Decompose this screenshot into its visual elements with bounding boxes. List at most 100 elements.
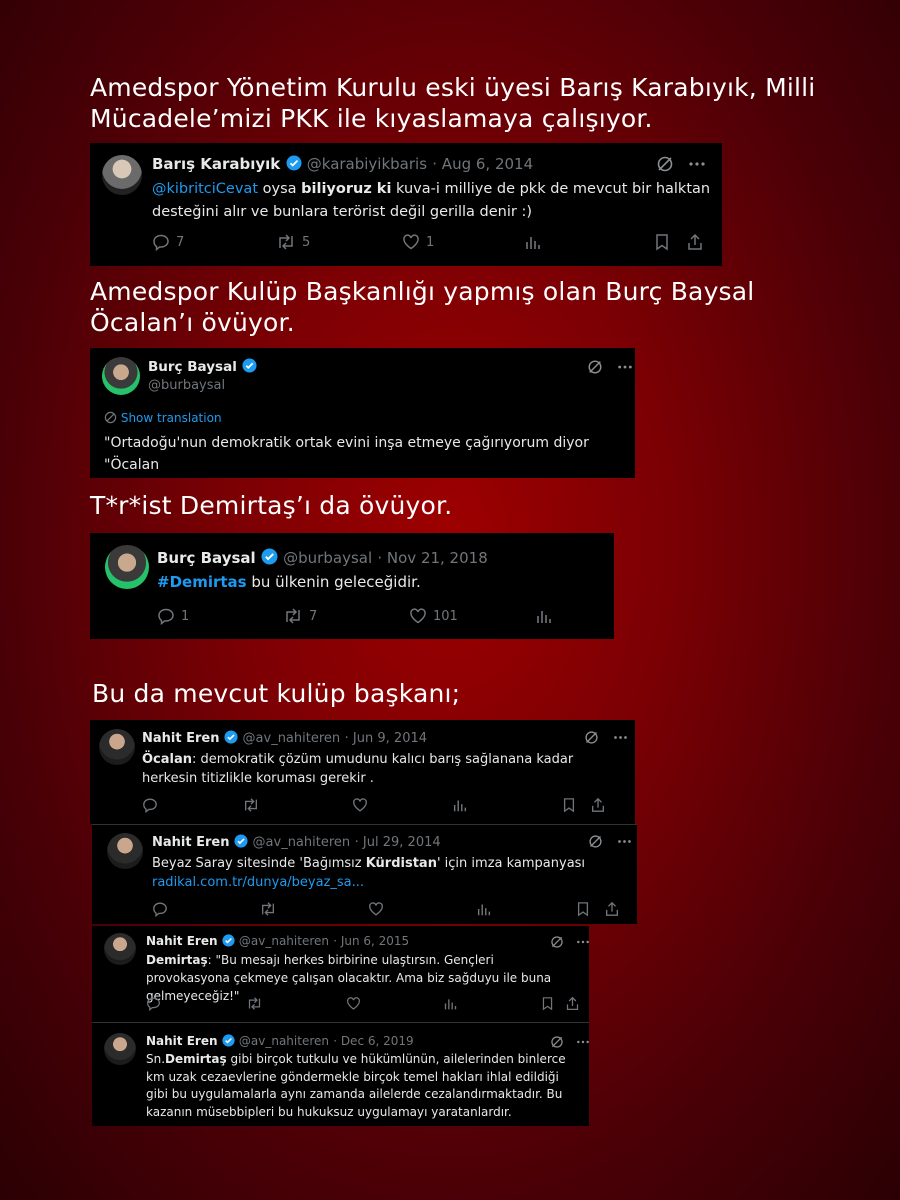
avatar[interactable] bbox=[102, 357, 140, 395]
reply-button[interactable]: 1 bbox=[157, 607, 283, 625]
tweet-top-icons bbox=[587, 359, 633, 379]
avatar[interactable] bbox=[104, 933, 136, 965]
tweet-date[interactable]: · Jun 9, 2014 bbox=[345, 731, 427, 746]
avatar[interactable] bbox=[107, 833, 143, 869]
retweet-button[interactable]: 7 bbox=[283, 607, 409, 625]
views-icon bbox=[526, 237, 540, 249]
heading-2: Amedspor Kulüp Başkanlığı yapmış olan Bu… bbox=[90, 277, 755, 337]
verified-badge-icon bbox=[222, 1034, 235, 1050]
tweet-date[interactable]: · Aug 6, 2014 bbox=[432, 155, 533, 173]
share-icon[interactable] bbox=[565, 996, 580, 1015]
reply-icon[interactable] bbox=[152, 901, 259, 921]
bold-text: Öcalan bbox=[142, 752, 193, 767]
retweet-count: 5 bbox=[302, 234, 311, 250]
author-handle[interactable]: @karabiyikbaris bbox=[307, 155, 427, 173]
grok-icon[interactable] bbox=[588, 834, 603, 853]
tweet-card[interactable]: Nahit Eren @av_nahiteren · Dec 6, 2019 S… bbox=[92, 1022, 589, 1126]
views-button[interactable] bbox=[535, 607, 553, 625]
tweet-date[interactable]: · Dec 6, 2019 bbox=[333, 1034, 413, 1048]
like-icon bbox=[410, 608, 426, 624]
more-icon[interactable] bbox=[688, 155, 706, 177]
like-icon[interactable] bbox=[352, 797, 452, 817]
external-link[interactable]: radikal.com.tr/dunya/beyaz_sa... bbox=[152, 875, 364, 890]
author-handle[interactable]: @av_nahiteren bbox=[243, 731, 341, 746]
grok-icon[interactable] bbox=[587, 359, 603, 379]
action-bar bbox=[142, 797, 622, 817]
bold-text: Demirtaş bbox=[165, 1052, 227, 1066]
retweet-icon[interactable] bbox=[259, 901, 368, 921]
share-button[interactable] bbox=[686, 233, 704, 251]
show-translation-link[interactable]: Show translation bbox=[104, 411, 222, 425]
tweet-card[interactable]: Burç Baysal @burbaysal · Nov 21, 2018 #D… bbox=[90, 533, 614, 639]
author-name[interactable]: Burç Baysal bbox=[148, 359, 237, 375]
reply-count: 7 bbox=[176, 234, 185, 250]
tweet-card[interactable]: Barış Karabıyık @karabiyikbaris · Aug 6,… bbox=[90, 143, 722, 266]
author-handle[interactable]: @av_nahiteren bbox=[239, 1034, 329, 1048]
mention-link[interactable]: @kibritciCevat bbox=[152, 181, 258, 197]
views-icon bbox=[537, 611, 551, 623]
like-icon[interactable] bbox=[368, 901, 476, 921]
tweet-card[interactable]: Nahit Eren @av_nahiteren · Jun 9, 2014 Ö… bbox=[90, 720, 635, 824]
author-name[interactable]: Burç Baysal bbox=[157, 549, 256, 567]
like-button[interactable]: 101 bbox=[409, 607, 535, 625]
reply-icon[interactable] bbox=[146, 996, 246, 1015]
avatar[interactable] bbox=[99, 729, 135, 765]
views-icon[interactable] bbox=[476, 901, 576, 921]
author-handle[interactable]: @burbaysal bbox=[148, 378, 225, 393]
bookmark-icon bbox=[656, 234, 668, 251]
tweet-card[interactable]: Nahit Eren @av_nahiteren · Jun 6, 2015 D… bbox=[92, 926, 589, 1022]
views-button[interactable] bbox=[524, 233, 654, 251]
tweet-card[interactable]: Burç Baysal @burbaysal Show translation … bbox=[90, 348, 635, 478]
reply-icon[interactable] bbox=[142, 797, 242, 817]
bookmark-button[interactable] bbox=[654, 233, 686, 251]
author-handle[interactable]: @av_nahiteren bbox=[239, 934, 329, 948]
share-icon[interactable] bbox=[604, 901, 620, 921]
author-handle[interactable]: @av_nahiteren bbox=[253, 835, 351, 850]
retweet-icon[interactable] bbox=[242, 797, 352, 817]
retweet-button[interactable]: 5 bbox=[276, 233, 402, 251]
author-name[interactable]: Barış Karabıyık bbox=[152, 155, 280, 173]
author-handle[interactable]: @burbaysal bbox=[283, 549, 372, 567]
reply-icon bbox=[153, 234, 169, 251]
heading-4: Bu da mevcut kulüp başkanı; bbox=[92, 679, 461, 708]
grok-icon[interactable] bbox=[656, 155, 674, 177]
like-button[interactable]: 1 bbox=[402, 233, 524, 251]
like-icon[interactable] bbox=[346, 996, 443, 1015]
like-icon bbox=[403, 234, 419, 250]
reply-button[interactable]: 7 bbox=[152, 233, 276, 251]
author-name[interactable]: Nahit Eren bbox=[146, 1034, 218, 1048]
author-name[interactable]: Nahit Eren bbox=[152, 835, 229, 850]
share-icon[interactable] bbox=[590, 797, 606, 817]
bookmark-icon[interactable] bbox=[576, 901, 604, 921]
hashtag-link[interactable]: #Demirtas bbox=[157, 573, 247, 591]
tweet-top-icons bbox=[588, 834, 632, 853]
bookmark-icon[interactable] bbox=[562, 797, 590, 817]
tweet-text: @kibritciCevat oysa biliyoruz ki kuva-i … bbox=[152, 178, 712, 224]
action-bar: 1 7 101 bbox=[157, 607, 597, 625]
retweet-count: 7 bbox=[309, 608, 318, 624]
more-icon[interactable] bbox=[576, 1034, 590, 1053]
bookmark-icon[interactable] bbox=[541, 996, 565, 1015]
tweet-date[interactable]: · Jun 6, 2015 bbox=[333, 934, 409, 948]
more-icon[interactable] bbox=[576, 934, 590, 953]
grok-icon[interactable] bbox=[584, 730, 599, 749]
verified-badge-icon bbox=[286, 155, 302, 175]
author-name[interactable]: Nahit Eren bbox=[146, 934, 218, 948]
more-icon[interactable] bbox=[617, 359, 633, 379]
retweet-icon[interactable] bbox=[246, 996, 346, 1015]
avatar[interactable] bbox=[105, 545, 149, 589]
like-count: 1 bbox=[426, 234, 435, 250]
tweet-card[interactable]: Nahit Eren @av_nahiteren · Jul 29, 2014 … bbox=[92, 824, 637, 924]
views-icon[interactable] bbox=[452, 797, 562, 817]
views-icon[interactable] bbox=[443, 996, 541, 1015]
avatar[interactable] bbox=[104, 1033, 136, 1065]
retweet-icon bbox=[279, 234, 293, 250]
tweet-date[interactable]: · Jul 29, 2014 bbox=[355, 835, 441, 850]
avatar[interactable] bbox=[102, 155, 142, 195]
tweet-date[interactable]: · Nov 21, 2018 bbox=[377, 549, 487, 567]
more-icon[interactable] bbox=[613, 730, 628, 749]
verified-badge-icon bbox=[234, 834, 248, 852]
author-name[interactable]: Nahit Eren bbox=[142, 731, 219, 746]
more-icon[interactable] bbox=[617, 834, 632, 853]
action-bar bbox=[152, 901, 632, 921]
